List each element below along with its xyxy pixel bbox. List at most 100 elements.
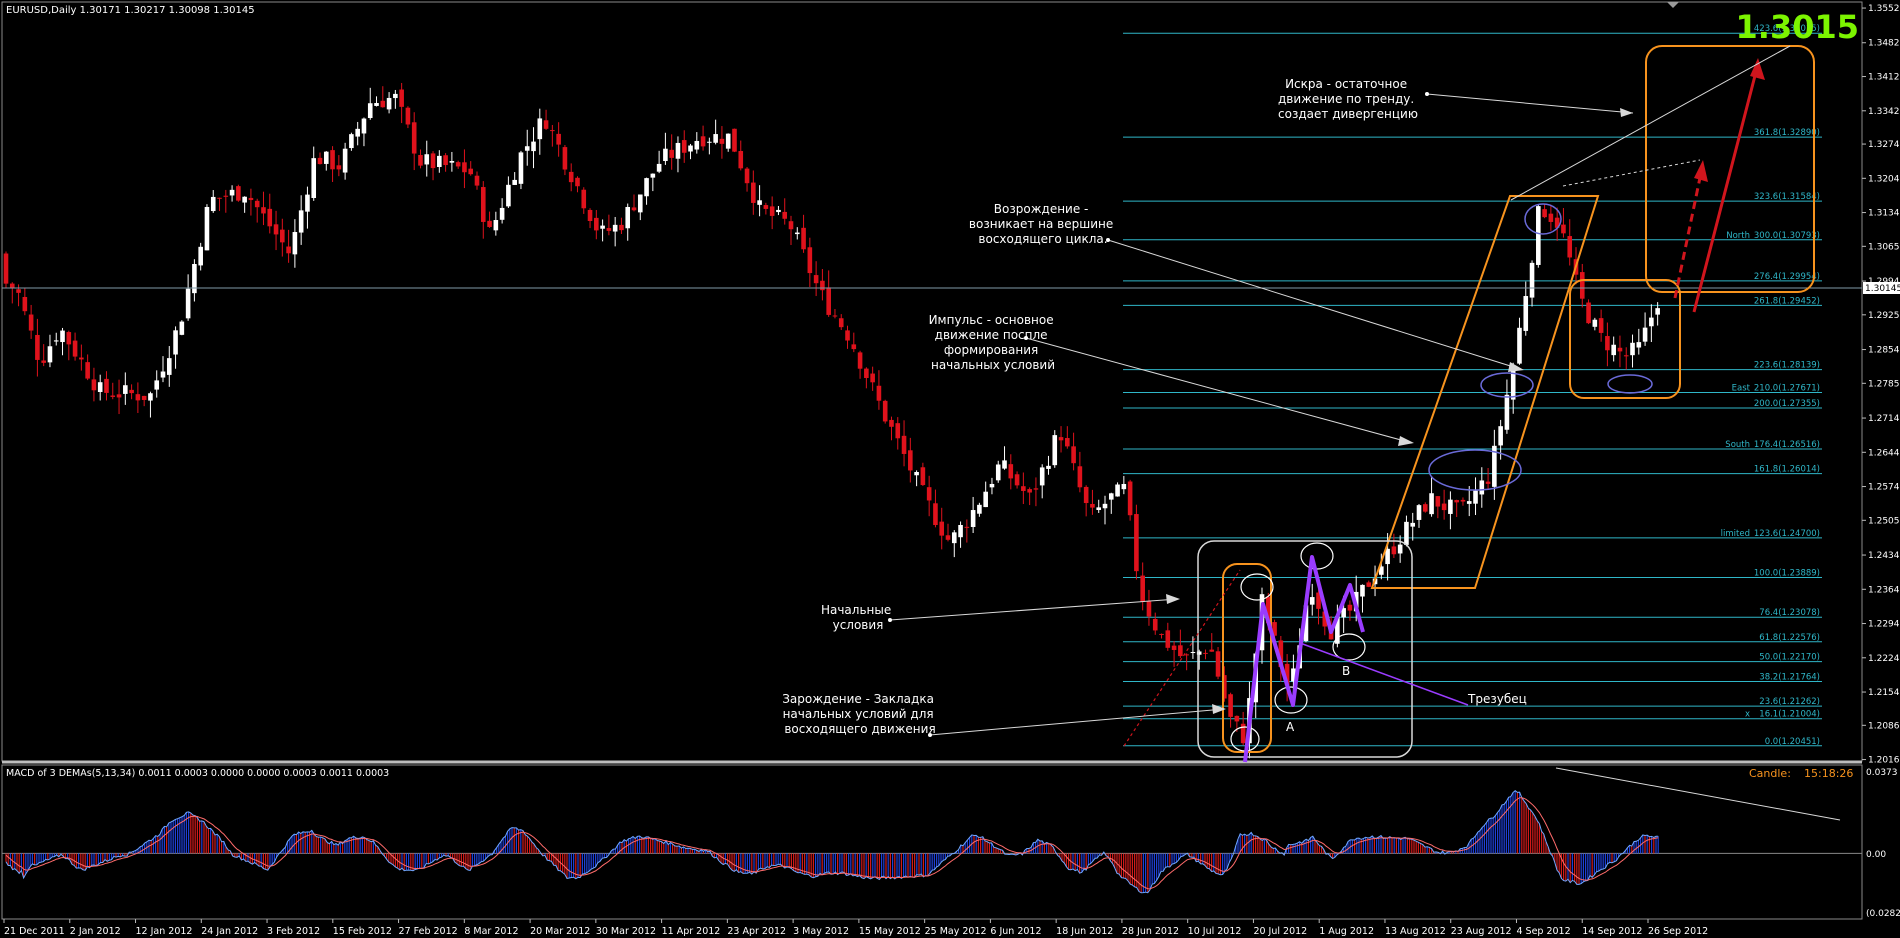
bear-candle [1598,318,1604,333]
bull-candle [656,163,662,172]
bear-candle [1454,500,1459,503]
macd-scale-bottom: (0.0282) [1866,909,1900,919]
bull-candle [524,146,530,151]
bear-candle [3,253,9,284]
axes: 1.35529 1.34820 1.34129 1.33429 1.32749 1.320… [3,4,1900,937]
bear-candle [1548,213,1554,222]
dashed-arrowhead [1694,160,1708,182]
x-tick-label: 10 Jul 2012 [1188,926,1242,937]
bear-candle [700,136,706,147]
bear-candle [801,227,806,250]
bear-candle [908,450,913,471]
bear-candle [336,165,342,170]
bear-candle [1234,715,1240,722]
bear-candle [826,287,831,315]
bull-candle [958,524,963,538]
bull-candle [625,206,631,229]
bull-candle [1536,206,1541,265]
y-tick-label: 1.30659 [1868,242,1900,252]
y-tick-label: 1.32049 [1868,174,1900,184]
bear-candle [273,224,279,235]
bear-candle [1623,355,1629,357]
bull-candle [123,385,128,394]
bull-candle [1498,426,1503,446]
x-tick-label: 15 Feb 2012 [333,926,392,937]
bear-candle [254,200,260,208]
x-tick-label: 13 Aug 2012 [1385,926,1446,937]
fib-level-label: 123.6(1.24700) [1754,529,1820,539]
impulse-pointer-head [1398,436,1414,446]
y-tick-label: 1.22949 [1868,620,1900,630]
macd-divergence-line [1555,767,1841,821]
bear-candle [399,89,404,107]
bear-candle [286,246,291,254]
rebirth-box [1569,279,1681,399]
bull-candle [663,148,668,162]
bear-candle [1605,336,1610,351]
bear-candle [1178,645,1183,657]
rebirth-line-2: возникает на вершине [969,217,1113,231]
bear-candle [587,209,593,221]
bull-candle [1636,342,1642,348]
x-tick-label: 12 Jan 2012 [136,926,193,937]
bull-candle [1523,296,1529,331]
bull-candle [60,330,65,343]
bull-candle [160,371,166,378]
impulse-annotation: Импульс - основное движение поспле форми… [929,313,1058,372]
y-tick-label: 1.24349 [1868,551,1900,561]
bull-candle [298,210,304,233]
bear-candle [568,171,574,183]
y-tick-label: 1.35529 [1868,4,1900,14]
bear-candle [838,318,844,328]
eurusd-chart[interactable]: 423.6(1.35015)361.8(1.32890)323.6(1.3158… [0,0,1900,938]
bull-candle [367,103,373,119]
y-tick-label: 1.26449 [1868,448,1900,458]
fib-level-label: 323.6(1.31584) [1754,192,1820,202]
bear-candle [85,362,90,379]
bear-candle [1215,651,1221,677]
bear-candle [317,157,323,165]
bear-candle [135,394,141,401]
fib-level-tag: limited [1721,529,1750,539]
bear-candle [562,147,568,170]
bear-candle [1184,654,1189,656]
bull-candle [1517,327,1522,364]
fib-level-label: 276.4(1.29954) [1754,272,1820,282]
bear-candle [575,177,580,187]
bear-candle [1617,347,1623,352]
bear-candle [1014,474,1020,486]
bear-candle [91,379,97,391]
bear-candle [1366,582,1372,587]
bear-candle [1347,604,1353,611]
bull-candle [1448,499,1453,514]
bull-candle [148,393,153,401]
bull-candle [612,224,618,232]
bear-candle [763,205,769,209]
bull-candle [179,321,185,335]
fibonacci-levels: 423.6(1.35015)361.8(1.32890)323.6(1.3158… [1123,24,1822,747]
bear-candle [462,162,467,173]
bull-candle [1529,262,1535,298]
x-tick-label: 24 Jan 2012 [201,926,258,937]
bull-candle [989,483,995,488]
fib-level-label: 210.0(1.27671) [1754,384,1820,394]
bull-candle [995,464,1001,481]
bull-candle [437,155,442,168]
bull-candle [493,220,499,231]
bear-candle [223,195,229,197]
bull-candle [97,382,103,392]
initial-dot [888,618,892,622]
impulse-line-2: движение поспле [935,328,1048,342]
impulse-pointer [1025,337,1413,444]
fib-level-label: 261.8(1.29452) [1754,296,1820,306]
bear-candle [1561,224,1566,234]
spark-arrow [1692,63,1760,313]
bear-candle [474,175,480,186]
bear-candle [280,229,285,243]
spark-pointer-head [1620,108,1633,117]
bull-candle [349,134,354,149]
bull-candle [688,145,693,152]
bear-candle [926,487,932,501]
bear-candle [1152,618,1158,631]
bear-candle [1008,464,1014,479]
